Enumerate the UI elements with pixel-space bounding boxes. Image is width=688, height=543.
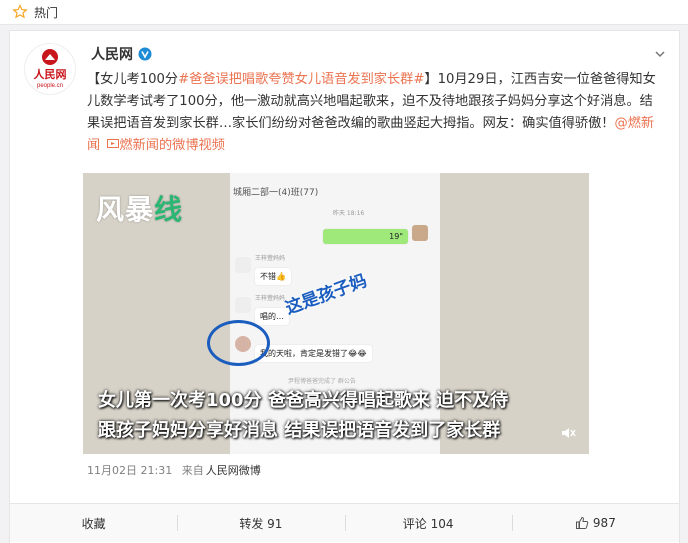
svg-text:人民网: 人民网 [34,67,67,81]
chat-title: 城厢二部一(4)班(77) [233,188,319,198]
post-meta: 11月02日 21:31 来自 人民网微博 [87,462,267,478]
video-link[interactable]: 燃新闻的微博视频 [119,138,225,153]
video-link-icon [107,139,120,148]
from-label: 来自 [181,464,204,477]
comment-label: 评论 104 [402,516,454,531]
author-name[interactable]: 人民网 [91,44,152,64]
thumbs-up-icon [575,516,589,529]
chevron-down-icon[interactable] [653,47,667,61]
weibo-card: 人民网 people.cn 人民网 【女儿考100分#爸爸误把唱歌夸赞女儿语音发… [9,30,680,543]
chat-msg-3: 我的天啦，肯定是发错了😂😂 [255,345,372,362]
hot-label[interactable]: 热门 [34,4,58,21]
subtitle-line-1: 女儿第一次考100分 爸爸高兴得唱起歌来 迫不及待 [98,390,509,411]
chat-name-1: 王梓萱妈妈 [255,255,286,262]
favorite-label: 收藏 [81,516,106,531]
avatar[interactable]: 人民网 people.cn [24,43,76,95]
video-player[interactable]: 风暴线 城厢二部一(4)班(77) 昨天 18:16 19" 王梓萱妈妈 不错👍… [83,173,589,454]
avatar-cartoon-1 [235,257,251,273]
avatar-cartoon-2 [235,297,251,313]
voice-bubble: 19" [323,229,408,244]
post-source[interactable]: 人民网微博 [206,464,261,477]
author-name-label[interactable]: 人民网 [91,44,133,64]
repost-button[interactable]: 转发 91 [177,504,344,542]
repost-label: 转发 91 [239,516,283,531]
post-time[interactable]: 11月02日 21:31 [87,464,172,477]
highlight-circle [207,320,270,366]
people-daily-logo: 人民网 people.cn [34,49,67,89]
subtitle-line-2: 跟孩子妈妈分享好消息 结果误把语音发到了家长群 [98,420,501,441]
chat-msg-1: 不错👍 [255,268,291,285]
svg-text:people.cn: people.cn [37,83,63,89]
chat-msg-2: 唱的… [255,308,289,325]
post-text: 【女儿考100分#爸爸误把唱歌夸赞女儿语音发到家长群#】10月29日，江西吉安一… [87,69,662,157]
like-button[interactable]: 987 [511,504,679,542]
like-count: 987 [592,516,616,530]
favorite-button[interactable]: 收藏 [10,504,177,542]
hashtag-link[interactable]: #爸爸误把唱歌夸赞女儿语音发到家长群# [178,72,424,87]
chat-time: 昨天 18:16 [333,210,365,217]
comment-button[interactable]: 评论 104 [344,504,512,542]
star-icon [12,4,28,19]
watermark: 风暴线 [96,193,184,226]
verified-icon [138,47,152,61]
action-bar: 收藏 转发 91 评论 104 987 [10,503,679,542]
top-bar: 热门 [0,0,688,25]
post-topic-prefix: 【女儿考100分 [87,72,179,87]
mute-icon[interactable] [560,425,576,441]
avatar-sender [412,225,428,241]
